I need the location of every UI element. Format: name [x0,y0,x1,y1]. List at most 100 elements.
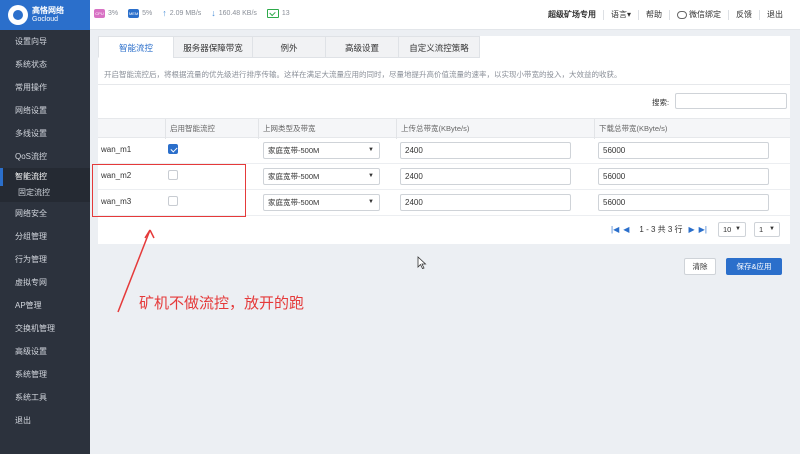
mouse-cursor-icon [417,256,427,269]
sidebar-item-vpn[interactable]: 虚拟专网 [0,271,90,294]
sidebar-item-advanced[interactable]: 高级设置 [0,340,90,363]
chevron-down-icon: ▼ [368,199,374,205]
tab-custom-policy[interactable]: 自定义流控策略 [398,36,480,58]
logo[interactable]: 高恪网络 Gocloud [0,0,90,30]
sidebar-item-system-tools[interactable]: 系统工具 [0,386,90,409]
sidebar-item-behavior-mgmt[interactable]: 行为管理 [0,248,90,271]
upload-arrow-icon: ↑ [162,8,167,18]
table-header: 启用智能流控 上网类型及带宽 上传总带宽(KByte/s) 下载总带宽(KByt… [98,118,790,139]
sidebar-item-multiline[interactable]: 多线设置 [0,122,90,145]
cpu-usage: 3% [108,9,119,17]
top-bar: 高恪网络 Gocloud CPU 3% MEM 5% ↑ 2.09 MB/s ↓… [0,0,800,30]
page-range: 1 - 3 共 3 行 [639,225,683,234]
tab-server-bandwidth[interactable]: 服务器保障带宽 [173,36,253,58]
gocloud-logo-icon [8,5,28,25]
mining-mode-link[interactable]: 超级矿场专用 [541,10,603,20]
download-stat: ↓ 160.48 KB/s [211,8,257,18]
system-stats: CPU 3% MEM 5% ↑ 2.09 MB/s ↓ 160.48 KB/s … [94,8,296,18]
last-page-icon[interactable]: ▶| [699,225,707,234]
wechat-icon [677,11,687,19]
sidebar-item-ap-mgmt[interactable]: AP管理 [0,294,90,317]
header-wan-type: 上网类型及带宽 [263,124,316,133]
sidebar-item-system-mgmt[interactable]: 系统管理 [0,363,90,386]
online-stat[interactable]: 13 [266,8,290,18]
monitor-icon [266,8,279,18]
cpu-stat: CPU 3% [94,8,119,18]
annotation-note: 矿机不做流控，放开的跑 [139,294,305,312]
column-divider [165,119,166,139]
sidebar-item-network-security[interactable]: 网络安全 [0,202,90,225]
sidebar-item-group-mgmt[interactable]: 分组管理 [0,225,90,248]
sidebar-item-fixed-flow[interactable]: 固定流控 [0,186,90,202]
download-bandwidth-input[interactable]: 56000 [598,194,769,211]
upload-bandwidth-input[interactable]: 2400 [400,142,571,159]
download-arrow-icon: ↓ [211,8,216,18]
pagination: |◀ ◀ 1 - 3 共 3 行 ▶ ▶| [611,224,711,235]
header-enable: 启用智能流控 [170,124,215,133]
language-dropdown[interactable]: 语言▾ [602,10,638,20]
enable-checkbox[interactable] [168,144,178,154]
upload-bandwidth-input[interactable]: 2400 [400,168,571,185]
online-count: 13 [281,9,290,17]
upload-rate: 2.09 MB/s [169,9,202,17]
description-text: 开启智能流控后，将根据流量的优先级进行排序传输。这样在满足大流量应用的同时，尽量… [104,70,622,79]
chevron-down-icon: ▼ [368,147,374,153]
download-bandwidth-input[interactable]: 56000 [598,142,769,159]
wechat-bind-label: 微信绑定 [689,10,721,19]
tab-advanced[interactable]: 高级设置 [325,36,399,58]
download-rate: 160.48 KB/s [218,9,257,17]
search-input[interactable] [675,93,787,109]
memory-stat: MEM 5% [128,8,153,18]
save-apply-button[interactable]: 保存&应用 [726,258,782,275]
divider [98,84,790,85]
sidebar-item-switch-mgmt[interactable]: 交换机管理 [0,317,90,340]
wechat-bind-link[interactable]: 微信绑定 [669,10,728,20]
page-size-value: 10 [723,225,732,234]
sidebar-item-common-ops[interactable]: 常用操作 [0,76,90,99]
page-number-select[interactable]: 1 ▼ [754,222,780,237]
column-divider [258,119,259,139]
help-link[interactable]: 帮助 [638,10,669,20]
sidebar-item-logout[interactable]: 退出 [0,409,90,432]
column-divider [396,119,397,139]
sidebar-item-network-settings[interactable]: 网络设置 [0,99,90,122]
upload-bandwidth-input[interactable]: 2400 [400,194,571,211]
wan-type-select[interactable]: 家庭宽带-500M ▼ [263,194,380,211]
tab-exceptions[interactable]: 例外 [252,36,326,58]
wan-type-value: 家庭宽带-500M [268,146,320,155]
sidebar-item-qos[interactable]: QoS流控 [0,145,90,168]
memory-icon: MEM [128,8,140,18]
tab-smart-flow[interactable]: 智能流控 [98,36,174,58]
memory-usage: 5% [142,9,153,17]
download-bandwidth-input[interactable]: 56000 [598,168,769,185]
chevron-down-icon: ▼ [735,226,741,232]
clear-button[interactable]: 清除 [684,258,716,275]
column-divider [594,119,595,139]
sidebar-item-system-status[interactable]: 系统状态 [0,53,90,76]
header-upload: 上传总带宽(KByte/s) [401,124,470,133]
next-page-icon[interactable]: ▶ [689,225,695,234]
sidebar: 设置向导 系统状态 常用操作 网络设置 多线设置 QoS流控 智能流控 固定流控… [0,30,90,454]
wan-type-select[interactable]: 家庭宽带-500M ▼ [263,168,380,185]
first-page-icon[interactable]: |◀ [611,225,619,234]
annotation-highlight-box [92,164,246,217]
chevron-down-icon: ▼ [368,173,374,179]
page-number-value: 1 [759,225,764,234]
brand-name-en: Gocloud [32,16,59,23]
logout-link[interactable]: 退出 [759,10,790,20]
top-nav: 超级矿场专用 语言▾ 帮助 微信绑定 反馈 退出 [541,0,790,30]
wan-name: wan_m1 [101,145,132,154]
chevron-down-icon: ▼ [769,226,775,232]
page-size-select[interactable]: 10 ▼ [718,222,746,237]
sidebar-item-smart-flow[interactable]: 智能流控 [0,168,90,186]
cpu-icon: CPU [94,8,105,18]
header-download: 下载总带宽(KByte/s) [599,124,668,133]
search-label: 搜索: [652,98,670,107]
feedback-link[interactable]: 反馈 [728,10,759,20]
wan-type-select[interactable]: 家庭宽带-500M ▼ [263,142,380,159]
brand-name-cn: 高恪网络 [32,6,64,15]
upload-stat: ↑ 2.09 MB/s [162,8,201,18]
wan-type-value: 家庭宽带-500M [268,172,320,181]
prev-page-icon[interactable]: ◀ [623,225,629,234]
sidebar-item-setup-wizard[interactable]: 设置向导 [0,30,90,53]
